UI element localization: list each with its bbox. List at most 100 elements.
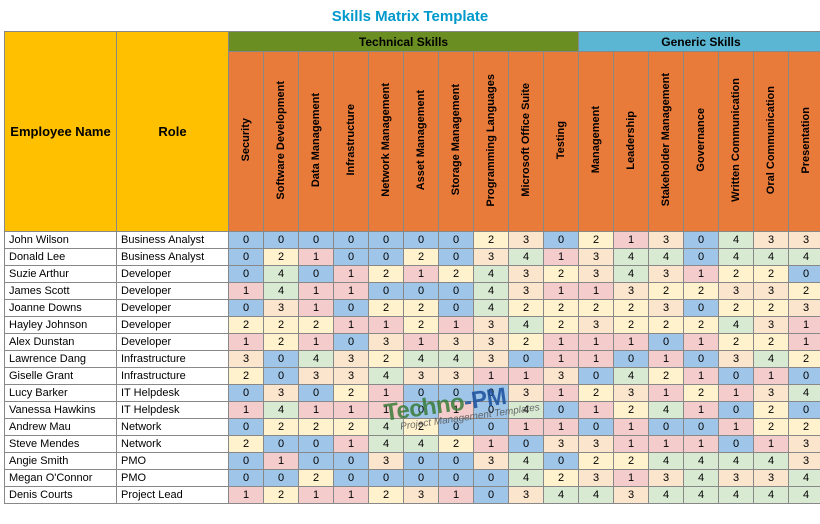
skill-value-cell: 1 [579,283,614,300]
skill-value-cell: 4 [404,351,439,368]
skill-value-cell: 4 [369,419,404,436]
employee-name-cell: Suzie Arthur [5,266,117,283]
skill-value-cell: 4 [544,487,579,504]
skill-value-cell: 4 [789,487,820,504]
skill-value-cell: 4 [649,249,684,266]
role-cell: Developer [117,334,229,351]
skill-value-cell: 0 [299,266,334,283]
skill-value-cell: 4 [614,266,649,283]
skill-value-cell: 2 [754,266,789,283]
skill-value-cell: 4 [404,436,439,453]
skill-value-cell: 3 [299,368,334,385]
skill-column-label: Microsoft Office Suite [520,77,532,203]
skill-column-header: Programming Languages [474,52,509,232]
skill-value-cell: 0 [404,402,439,419]
employee-name-cell: John Wilson [5,232,117,249]
skill-value-cell: 0 [334,470,369,487]
table-row: John WilsonBusiness Analyst0000000230213… [5,232,820,249]
skill-value-cell: 4 [719,453,754,470]
skill-value-cell: 1 [544,351,579,368]
skill-value-cell: 1 [684,266,719,283]
skill-value-cell: 2 [439,436,474,453]
skill-value-cell: 3 [579,436,614,453]
role-cell: Infrastructure [117,368,229,385]
role-cell: Network [117,419,229,436]
skill-value-cell: 1 [229,487,264,504]
skill-value-cell: 4 [614,249,649,266]
skill-column-label: Data Management [310,87,322,193]
employee-name-cell: Vanessa Hawkins [5,402,117,419]
skill-value-cell: 0 [334,453,369,470]
employee-name-cell: Donald Lee [5,249,117,266]
employee-name-cell: Angie Smith [5,453,117,470]
skill-value-cell: 0 [264,436,299,453]
skill-value-cell: 4 [754,249,789,266]
skill-value-cell: 3 [789,300,820,317]
skill-value-cell: 0 [719,402,754,419]
skill-value-cell: 0 [684,249,719,266]
skill-column-header: Testing [544,52,579,232]
skill-value-cell: 4 [754,453,789,470]
skill-value-cell: 2 [229,436,264,453]
table-row: Angie SmithPMO01003003402244443 [5,453,820,470]
skill-value-cell: 4 [754,351,789,368]
skill-value-cell: 3 [474,317,509,334]
skill-value-cell: 0 [299,436,334,453]
employee-name-cell: Megan O'Connor [5,470,117,487]
skill-value-cell: 0 [299,385,334,402]
skill-value-cell: 2 [789,419,820,436]
skill-value-cell: 4 [509,249,544,266]
skill-value-cell: 4 [719,317,754,334]
skill-value-cell: 4 [684,487,719,504]
skill-value-cell: 1 [509,419,544,436]
skill-column-header: Oral Communication [754,52,789,232]
skill-column-header: Storage Management [439,52,474,232]
skill-value-cell: 4 [579,487,614,504]
table-row: Donald LeeBusiness Analyst02100203413440… [5,249,820,266]
skill-value-cell: 3 [439,334,474,351]
page-title: Skills Matrix Template [4,4,816,31]
skill-value-cell: 4 [509,453,544,470]
skill-column-header: Asset Management [404,52,439,232]
skill-value-cell: 4 [509,470,544,487]
skill-value-cell: 0 [404,470,439,487]
skill-value-cell: 0 [474,419,509,436]
skill-value-cell: 1 [299,249,334,266]
skill-value-cell: 0 [404,385,439,402]
skill-column-header: Security [229,52,264,232]
skill-value-cell: 3 [649,266,684,283]
skill-value-cell: 0 [719,436,754,453]
skill-value-cell: 0 [649,334,684,351]
skill-column-header: Stakeholder Management [649,52,684,232]
skill-column-header: Governance [684,52,719,232]
role-header: Role [117,32,229,232]
skill-value-cell: 0 [474,487,509,504]
role-cell: Developer [117,300,229,317]
skill-value-cell: 2 [369,266,404,283]
employee-name-cell: Giselle Grant [5,368,117,385]
skill-column-label: Security [240,112,252,167]
skill-value-cell: 0 [439,249,474,266]
skill-value-cell: 1 [404,266,439,283]
table-row: Andrew MauNetwork02224200110100122 [5,419,820,436]
skill-value-cell: 0 [404,453,439,470]
skill-value-cell: 2 [579,232,614,249]
skill-column-label: Asset Management [415,84,427,196]
skill-value-cell: 1 [229,402,264,419]
role-cell: Developer [117,317,229,334]
skill-value-cell: 4 [509,402,544,419]
skill-value-cell: 2 [579,453,614,470]
skill-value-cell: 3 [334,368,369,385]
skill-column-label: Oral Communication [765,80,777,200]
skill-value-cell: 2 [404,317,439,334]
skill-value-cell: 1 [719,419,754,436]
skill-value-cell: 2 [299,470,334,487]
skill-value-cell: 1 [369,385,404,402]
skill-value-cell: 0 [369,232,404,249]
skill-value-cell: 3 [719,351,754,368]
skill-value-cell: 2 [649,368,684,385]
skill-value-cell: 1 [369,317,404,334]
role-cell: PMO [117,453,229,470]
skill-value-cell: 4 [264,402,299,419]
skill-value-cell: 1 [579,334,614,351]
